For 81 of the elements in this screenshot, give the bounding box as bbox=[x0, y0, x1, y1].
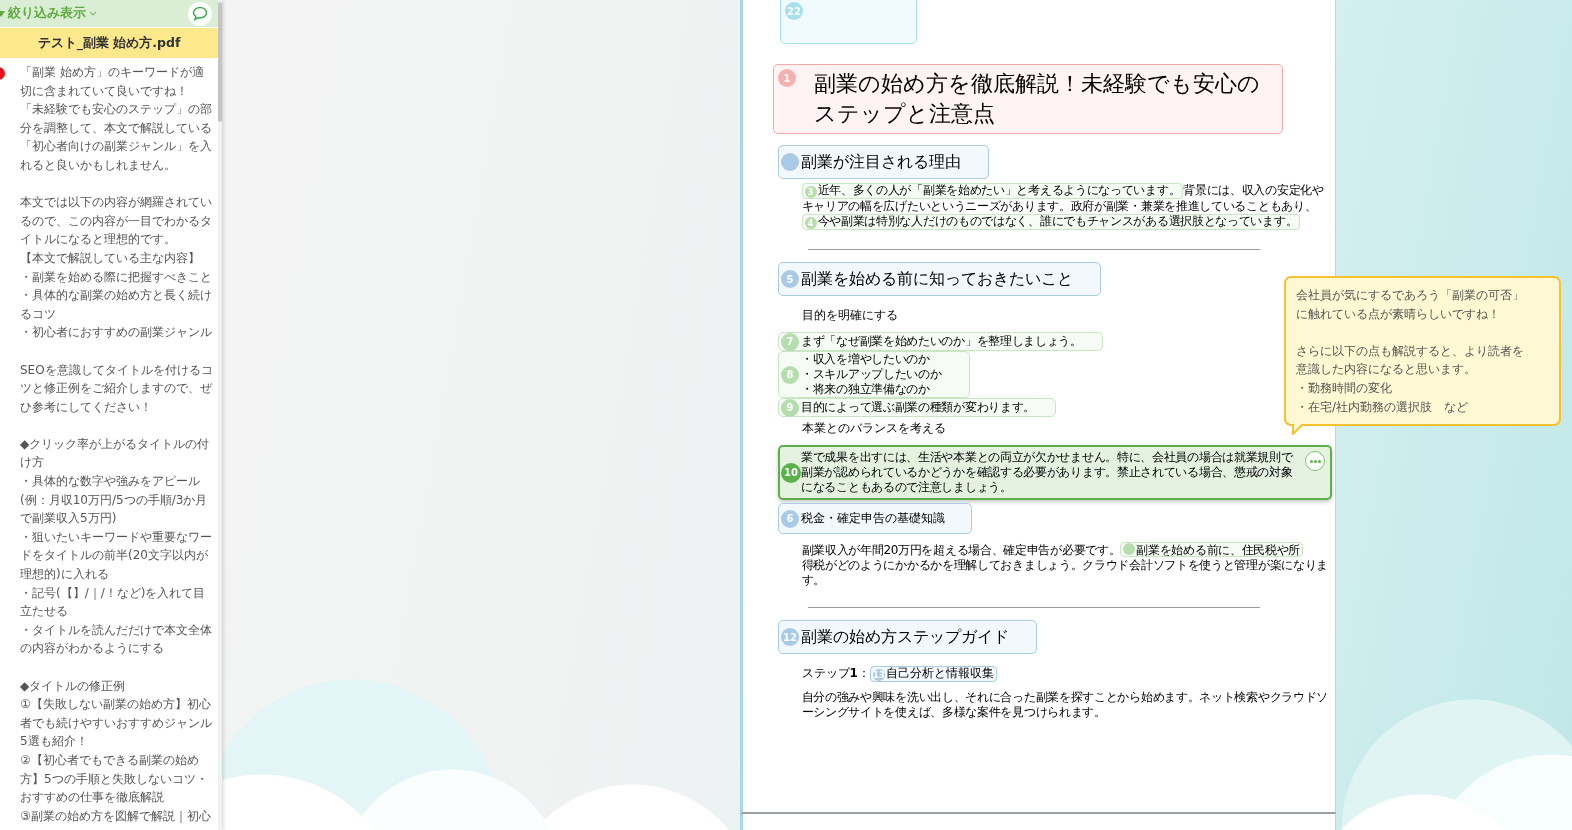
comment-text: ◆タイトルの修正例 bbox=[20, 677, 127, 695]
comment-text: 【本文で解説している主な内容】 bbox=[20, 249, 201, 267]
body-text: 今や副業は特別な人だけのものではなく、誰にでもチャンスがある選択肢となっています。 bbox=[817, 214, 1298, 228]
annotation-box[interactable]: 6 税金・確定申告の基礎知識 bbox=[778, 503, 972, 534]
annotation-number[interactable]: 9 bbox=[781, 398, 799, 417]
comment-text: SEOを意識してタイトルを付けるコツと修正例をご紹介しますので、ぜひ参考にしてください！ bbox=[20, 361, 214, 416]
body-text: す。 bbox=[801, 573, 825, 587]
filter-dropdown[interactable]: 絞り込み表示 bbox=[0, 5, 97, 22]
comment-text: ・具体的な数字や強みをアピール(例：月収10万円/5つの手順/3か月で副業収入5万円) bbox=[20, 473, 209, 528]
body-text: 副業を始める前に、住民税や所 bbox=[1136, 543, 1301, 557]
comment-text: ③副業の始め方を図解で解説｜初心 bbox=[20, 807, 212, 825]
annotation-number[interactable]: 3 bbox=[804, 186, 817, 198]
annotation-number[interactable]: 1 bbox=[778, 69, 796, 87]
annotation-number[interactable]: 5 bbox=[781, 270, 799, 288]
annotation-box[interactable]: 1 副業の始め方を徹底解説！未経験でも安心のステップと注意点 bbox=[773, 64, 1283, 134]
body-text: キャリアの幅を広げたいというニーズがあります。政府が副業・兼業を推進していることもあり、 bbox=[801, 199, 1317, 213]
annotation-box[interactable]: 7 まず「なぜ副業を始めたいのか」を整理しましょう。 bbox=[778, 332, 1103, 351]
comment-text: ・初心者におすすめの副業ジャンル bbox=[20, 324, 213, 342]
comment-text: ・狙いたいキーワードや重要なワードをタイトルの前半(20文字以内が理想的)に入れる bbox=[20, 528, 213, 584]
annotation-box[interactable]: 5 副業を始める前に知っておきたいこと bbox=[778, 262, 1101, 296]
body-text: まず「なぜ副業を始めたいのか」を整理しましょう。 bbox=[801, 334, 1082, 349]
comment-text: ・記号(【】/｜/！など)を入れて目立たせる bbox=[20, 584, 207, 621]
subsection-heading: 税金・確定申告の基礎知識 bbox=[801, 510, 945, 527]
comment-text: さらに以下の点も解説すると、より読者を意識した内容になると思います。 bbox=[1296, 342, 1525, 379]
speech-bubble-icon bbox=[192, 6, 208, 21]
caret-down-icon bbox=[0, 10, 5, 17]
list-item: ・収入を増やしたいのか bbox=[801, 352, 931, 367]
subsection-heading: 自己分析と情報収集 bbox=[885, 666, 994, 680]
body-text: 自分の強みや興味を洗い出し、それに合った副業を探すことから始めます。ネット検索やクラウドソーシングサイトを使えば、多様な案件を見つけられます。 bbox=[801, 690, 1329, 720]
comment-text: 会社員が気にするであろう「副業の可否」に触れている点が素晴らしいですね！ bbox=[1296, 287, 1525, 323]
comment-text: ①【失敗しない副業の始め方】初心者でも続けやすいおすすめジャンル5選も紹介！ bbox=[20, 696, 213, 751]
section-heading: 副業の始め方ステップガイド bbox=[801, 627, 1009, 647]
annotation-number[interactable]: 4 bbox=[804, 217, 817, 229]
annotation-number[interactable]: 13 bbox=[872, 669, 885, 681]
annotation-box[interactable]: 3 近年、多くの人が「副業を始めたい」と考えるようになっています。 bbox=[801, 183, 1184, 199]
chevron-down-icon bbox=[89, 11, 97, 16]
comment-text: 「未経験でも安心のステップ」の部分を調整して、本文で解説している「初心者向けの副業ジャンル」を入れると良いかもしれません。 bbox=[20, 101, 213, 174]
comment-text: 本文では以下の内容が網羅されているので、この内容が一目でわかるタイトルになると理想的です。 bbox=[20, 194, 213, 249]
body-text: 近年、多くの人が「副業を始めたい」と考えるようになっています。 bbox=[817, 183, 1181, 197]
annotation-box[interactable]: 4 今や副業は特別な人だけのものではなく、誰にでもチャンスがある選択肢となっています。 bbox=[801, 214, 1301, 230]
section-heading: 副業を始める前に知っておきたいこと bbox=[801, 269, 1073, 289]
annotation-box[interactable]: 12 副業の始め方ステップガイド bbox=[778, 620, 1037, 654]
comment-text: ・在宅/社内勤務の選択肢 など bbox=[1296, 398, 1470, 416]
comment-button[interactable] bbox=[188, 1, 212, 26]
body-text: 背景には、収入の安定化や bbox=[1183, 183, 1324, 197]
comment-text: ・副業を始める際に把握すべきこと bbox=[20, 268, 213, 286]
annotation-marker-icon[interactable] bbox=[1123, 543, 1136, 555]
comment-text: ・タイトルを読んだだけで本文全体の内容がわかるようにする bbox=[20, 621, 213, 658]
annotation-number[interactable]: 8 bbox=[781, 365, 799, 384]
annotation-box[interactable]: 8 ・収入を増やしたいのか ・スキルアップしたいのか ・将来の独立準備なのか bbox=[778, 351, 971, 398]
more-button[interactable] bbox=[1305, 451, 1325, 471]
comment-text: ・勤務時間の変化 bbox=[1296, 379, 1393, 397]
annotation-number[interactable]: 7 bbox=[781, 332, 799, 351]
body-text: 得税がどのようにかかるかを理解しておきましょう。クラウド会計ソフトを使うと管理が楽になりま bbox=[801, 558, 1328, 572]
comment-text: ②【初心者でもできる副業の始め方】5つの手順と失敗しないコツ・おすすめの仕事を徹底解説 bbox=[20, 751, 209, 807]
comment-text: 「副業 始め方」のキーワードが適切に含まれていて良いですね！ bbox=[20, 64, 205, 100]
annotation-box[interactable]: 9 目的によって選ぶ副業の種類が変わります。 bbox=[778, 398, 1056, 417]
annotation-number[interactable]: 10 bbox=[781, 462, 801, 483]
subsection-heading: 目的を明確にする bbox=[801, 307, 898, 324]
body-text: 目的によって選ぶ副業の種類が変わります。 bbox=[801, 400, 1035, 415]
list-item: ・スキルアップしたいのか bbox=[801, 367, 942, 382]
annotation-number[interactable]: 6 bbox=[781, 509, 799, 528]
annotation-marker-icon[interactable] bbox=[781, 153, 799, 171]
comment-text: ◆クリック率が上がるタイトルの付け方 bbox=[20, 435, 211, 472]
ellipsis-icon bbox=[1309, 459, 1321, 463]
list-item: ・将来の独立準備なのか bbox=[801, 382, 931, 397]
annotation-box[interactable]: 22 bbox=[780, 0, 917, 44]
body-text: 業で成果を出すには、生活や本業との両立が欠かせません。特に、会社員の場合は就業規則で副業が認められているかどうかを確認する必要があります。禁止されている場合、懲戒の対象になることもあるので注意しましょう。 bbox=[801, 450, 1294, 495]
subsection-heading: ステップ1： bbox=[801, 666, 870, 680]
annotation-box[interactable]: 副業が注目される理由 bbox=[778, 145, 989, 179]
annotation-box[interactable]: 13 自己分析と情報収集 bbox=[869, 666, 997, 682]
annotation-number[interactable]: 22 bbox=[785, 2, 803, 20]
comment-text: ・具体的な副業の始め方と長く続けるコツ bbox=[20, 287, 213, 323]
annotation-number[interactable]: 12 bbox=[781, 628, 799, 646]
body-text: 副業収入が年間20万円を超える場合、確定申告が必要です。 bbox=[801, 543, 1121, 557]
document-title: 副業の始め方を徹底解説！未経験でも安心のステップと注意点 bbox=[814, 70, 1261, 128]
file-title: テスト_副業 始め方.pdf bbox=[0, 28, 218, 58]
annotation-box[interactable]: 10 業で成果を出すには、生活や本業との両立が欠かせません。特に、会社員の場合は就業規則で副業が認められているかどうかを確認する必要があります。禁止されている場合、懲戒の対象になることもあるので注意しましょう。 bbox=[778, 445, 1332, 500]
section-heading: 副業が注目される理由 bbox=[801, 152, 961, 172]
annotation-box[interactable]: 副業を始める前に、住民税や所 bbox=[1120, 542, 1304, 557]
subsection-heading: 本業とのバランスを考える bbox=[801, 420, 946, 437]
